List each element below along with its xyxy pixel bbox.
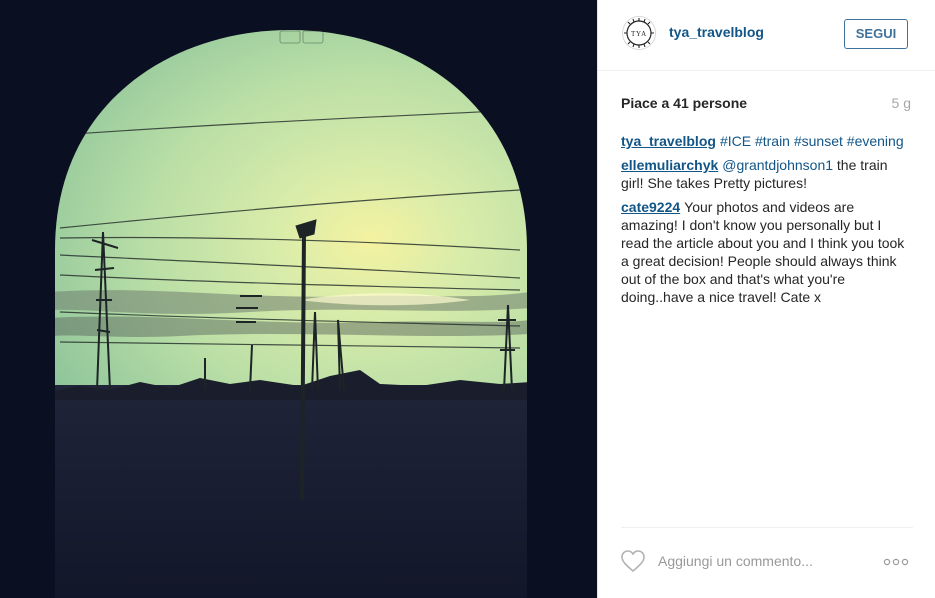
comment-author[interactable]: cate9224: [621, 199, 680, 215]
caption: tya_travelblog #ICE #train #sunset #eveni…: [621, 132, 913, 150]
comment-author[interactable]: ellemuliarchyk: [621, 157, 718, 173]
post-details-panel: TYA tya_travelblog SEGUI Piace a 41 pers…: [597, 0, 935, 598]
post-header: TYA tya_travelblog SEGUI: [598, 0, 935, 70]
avatar-text: TYA: [631, 30, 647, 38]
comment-mention[interactable]: @grantdjohnson1: [722, 157, 833, 173]
comment-input[interactable]: [658, 551, 858, 571]
more-options-button[interactable]: [883, 555, 909, 567]
comment-item: cate9224 Your photos and videos are amazi…: [621, 198, 913, 306]
ellipsis-icon: [883, 558, 909, 566]
avatar[interactable]: TYA: [622, 16, 656, 50]
comments-list: tya_travelblog #ICE #train #sunset #eveni…: [621, 132, 913, 312]
caption-author[interactable]: tya_travelblog: [621, 133, 716, 149]
comment-item: ellemuliarchyk @grantdjohnson1 the train …: [621, 156, 913, 192]
post-photo[interactable]: [0, 0, 597, 598]
train-window-sunset-image: [0, 0, 597, 598]
caption-hashtags[interactable]: #ICE #train #sunset #evening: [720, 133, 904, 149]
like-button[interactable]: [620, 549, 646, 573]
post-time[interactable]: 5 g: [892, 95, 911, 111]
avatar-logo-icon: TYA: [624, 18, 654, 48]
footer-divider: [621, 527, 913, 528]
username-link[interactable]: tya_travelblog: [669, 24, 764, 40]
heart-icon: [621, 550, 645, 572]
likes-count[interactable]: Piace a 41 persone: [621, 95, 747, 111]
header-divider: [598, 70, 935, 71]
follow-button[interactable]: SEGUI: [844, 19, 908, 49]
